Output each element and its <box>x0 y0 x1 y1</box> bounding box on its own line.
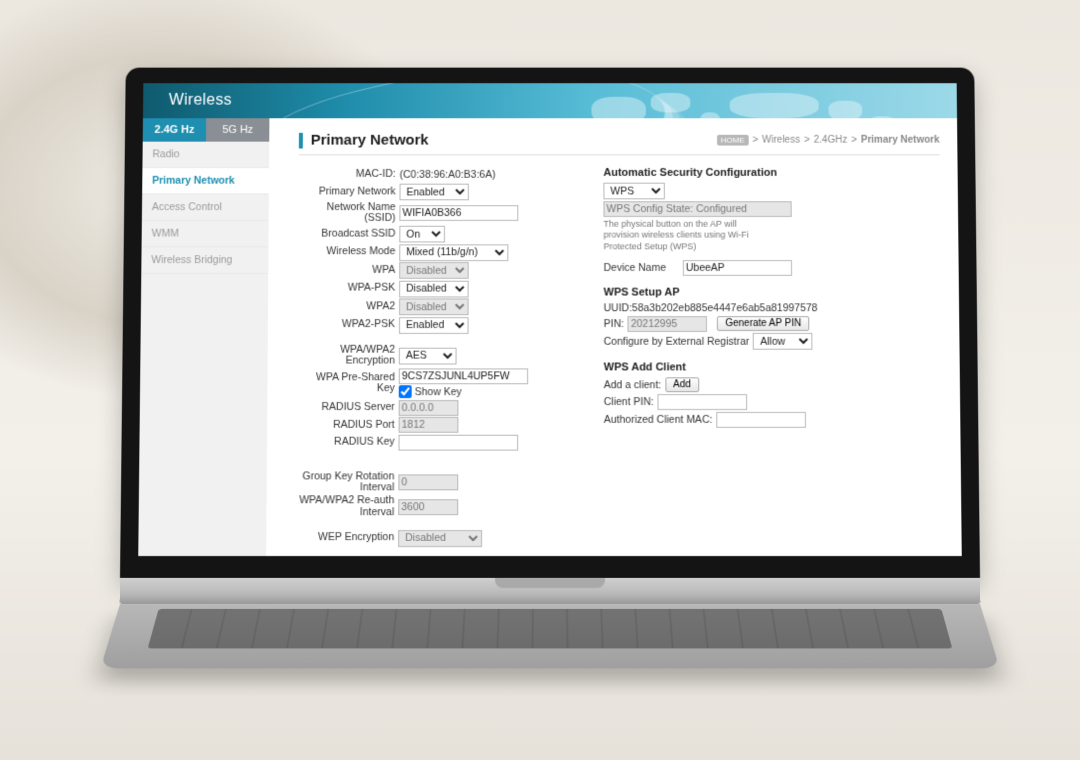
device-name-label: Device Name <box>604 262 679 274</box>
header-waves-decor <box>247 83 672 118</box>
pin-input[interactable] <box>628 316 708 332</box>
crumb-current: Primary Network <box>861 135 940 146</box>
mac-id-label: MAC-ID: <box>299 169 400 180</box>
nav-wmm[interactable]: WMM <box>142 221 269 247</box>
header-title: Wireless <box>143 92 232 110</box>
group-key-rotation-input[interactable] <box>398 475 458 491</box>
crumb-wireless[interactable]: Wireless <box>762 135 800 146</box>
wpa2-psk-label: WPA2-PSK <box>298 320 399 331</box>
laptop-keyboard <box>100 604 999 668</box>
laptop: Wireless 2.4G Hz 5G Hz Radio Primary Net… <box>120 60 980 704</box>
reauth-interval-label: WPA/WPA2 Re-auth Interval <box>296 496 398 519</box>
tab-5ghz[interactable]: 5G Hz <box>206 118 269 141</box>
header-worldmap-decor <box>582 87 918 118</box>
add-client-button[interactable]: Add <box>665 378 699 393</box>
mac-id-value: (C0:38:96:A0:B3:6A) <box>400 169 496 181</box>
uuid-row: UUID:58a3b202eb885e4447e6ab5a81997578 <box>604 303 942 315</box>
radius-server-label: RADIUS Server <box>297 402 399 413</box>
wep-encryption-label: WEP Encryption <box>296 532 398 544</box>
breadcrumb: HOME > Wireless > 2.4GHz > Primary Netwo… <box>717 135 940 146</box>
broadcast-ssid-label: Broadcast SSID <box>298 229 399 240</box>
broadcast-ssid-select[interactable]: On <box>399 226 445 243</box>
ssid-label: Network Name (SSID) <box>298 202 399 225</box>
ssid-input[interactable] <box>399 205 518 221</box>
wps-note: The physical button on the AP will provi… <box>603 219 772 252</box>
title-accent <box>299 133 303 149</box>
app-body: 2.4G Hz 5G Hz Radio Primary Network Acce… <box>138 118 962 556</box>
laptop-bezel: Wireless 2.4G Hz 5G Hz Radio Primary Net… <box>120 68 980 578</box>
wpa2-psk-select[interactable]: Enabled <box>399 317 469 334</box>
wpa-psk-label: WPA-PSK <box>298 283 399 294</box>
wireless-mode-label: Wireless Mode <box>298 247 399 258</box>
page-title: Primary Network <box>311 132 429 149</box>
encryption-select[interactable]: AES <box>399 347 457 364</box>
uuid-label: UUID: <box>604 303 632 315</box>
psk-input[interactable] <box>399 369 528 385</box>
reauth-interval-input[interactable] <box>398 499 458 515</box>
radius-server-input[interactable] <box>399 400 459 416</box>
col-left: MAC-ID: (C0:38:96:A0:B3:6A) Primary Netw… <box>296 165 576 548</box>
wpa-label: WPA <box>298 265 399 276</box>
wpa-psk-select[interactable]: Disabled <box>399 280 469 297</box>
group-key-rotation-label: Group Key Rotation Interval <box>297 471 399 494</box>
crumb-home-badge[interactable]: HOME <box>717 135 749 146</box>
client-pin-label: Client PIN: <box>604 396 654 408</box>
page-bar: Primary Network HOME > Wireless > 2.4GHz… <box>299 132 940 155</box>
client-pin-input[interactable] <box>658 395 748 411</box>
nav-radio[interactable]: Radio <box>142 142 269 168</box>
nav-wireless-bridging[interactable]: Wireless Bridging <box>141 247 268 274</box>
uuid-value: 58a3b202eb885e4447e6ab5a81997578 <box>632 303 818 315</box>
add-client-label: Add a client: <box>604 379 662 391</box>
wep-encryption-select[interactable]: Disabled <box>398 530 482 547</box>
wireless-mode-select[interactable]: Mixed (11b/g/n) <box>399 244 508 261</box>
screen: Wireless 2.4G Hz 5G Hz Radio Primary Net… <box>138 83 962 556</box>
laptop-hinge <box>120 578 981 604</box>
main-content: Primary Network HOME > Wireless > 2.4GHz… <box>266 118 962 556</box>
radius-port-label: RADIUS Port <box>297 419 399 430</box>
tab-24ghz[interactable]: 2.4G Hz <box>143 118 206 141</box>
show-key-checkbox[interactable] <box>399 386 412 399</box>
sidebar: 2.4G Hz 5G Hz Radio Primary Network Acce… <box>138 118 269 556</box>
col-right: Automatic Security Configuration WPS The… <box>603 165 943 548</box>
wpa-select[interactable]: Disabled <box>399 262 468 279</box>
encryption-label: WPA/WPA2 Encryption <box>297 344 399 367</box>
wps-add-client-title: WPS Add Client <box>604 361 942 373</box>
configure-external-registrar-select[interactable]: Allow <box>753 333 813 350</box>
show-key-label: Show Key <box>415 386 462 398</box>
wps-setup-ap-title: WPS Setup AP <box>604 287 942 299</box>
wpa2-select[interactable]: Disabled <box>399 299 469 316</box>
authorized-client-mac-input[interactable] <box>716 412 806 428</box>
nav-primary-network[interactable]: Primary Network <box>142 168 269 194</box>
wpa2-label: WPA2 <box>298 301 399 312</box>
nav-access-control[interactable]: Access Control <box>142 195 269 221</box>
primary-network-select[interactable]: Enabled <box>400 184 469 201</box>
app-header: Wireless <box>143 83 957 118</box>
radius-key-label: RADIUS Key <box>297 437 399 448</box>
wps-config-state <box>603 201 791 217</box>
band-tabs: 2.4G Hz 5G Hz <box>143 118 270 141</box>
configure-external-registrar-label: Configure by External Registrar <box>604 336 750 348</box>
radius-port-input[interactable] <box>399 417 459 433</box>
radius-key-input[interactable] <box>399 435 519 451</box>
auto-security-mode-select[interactable]: WPS <box>603 183 664 200</box>
authorized-client-mac-label: Authorized Client MAC: <box>604 414 713 426</box>
columns: MAC-ID: (C0:38:96:A0:B3:6A) Primary Netw… <box>296 165 943 548</box>
psk-label: WPA Pre-Shared Key <box>297 372 399 395</box>
device-name-input[interactable] <box>683 260 792 276</box>
generate-ap-pin-button[interactable]: Generate AP PIN <box>717 317 809 332</box>
pin-label: PIN: <box>604 318 624 330</box>
primary-network-label: Primary Network <box>299 186 400 197</box>
crumb-band[interactable]: 2.4GHz <box>814 135 848 146</box>
auto-security-title: Automatic Security Configuration <box>603 167 939 179</box>
show-key-row: Show Key <box>399 386 462 399</box>
